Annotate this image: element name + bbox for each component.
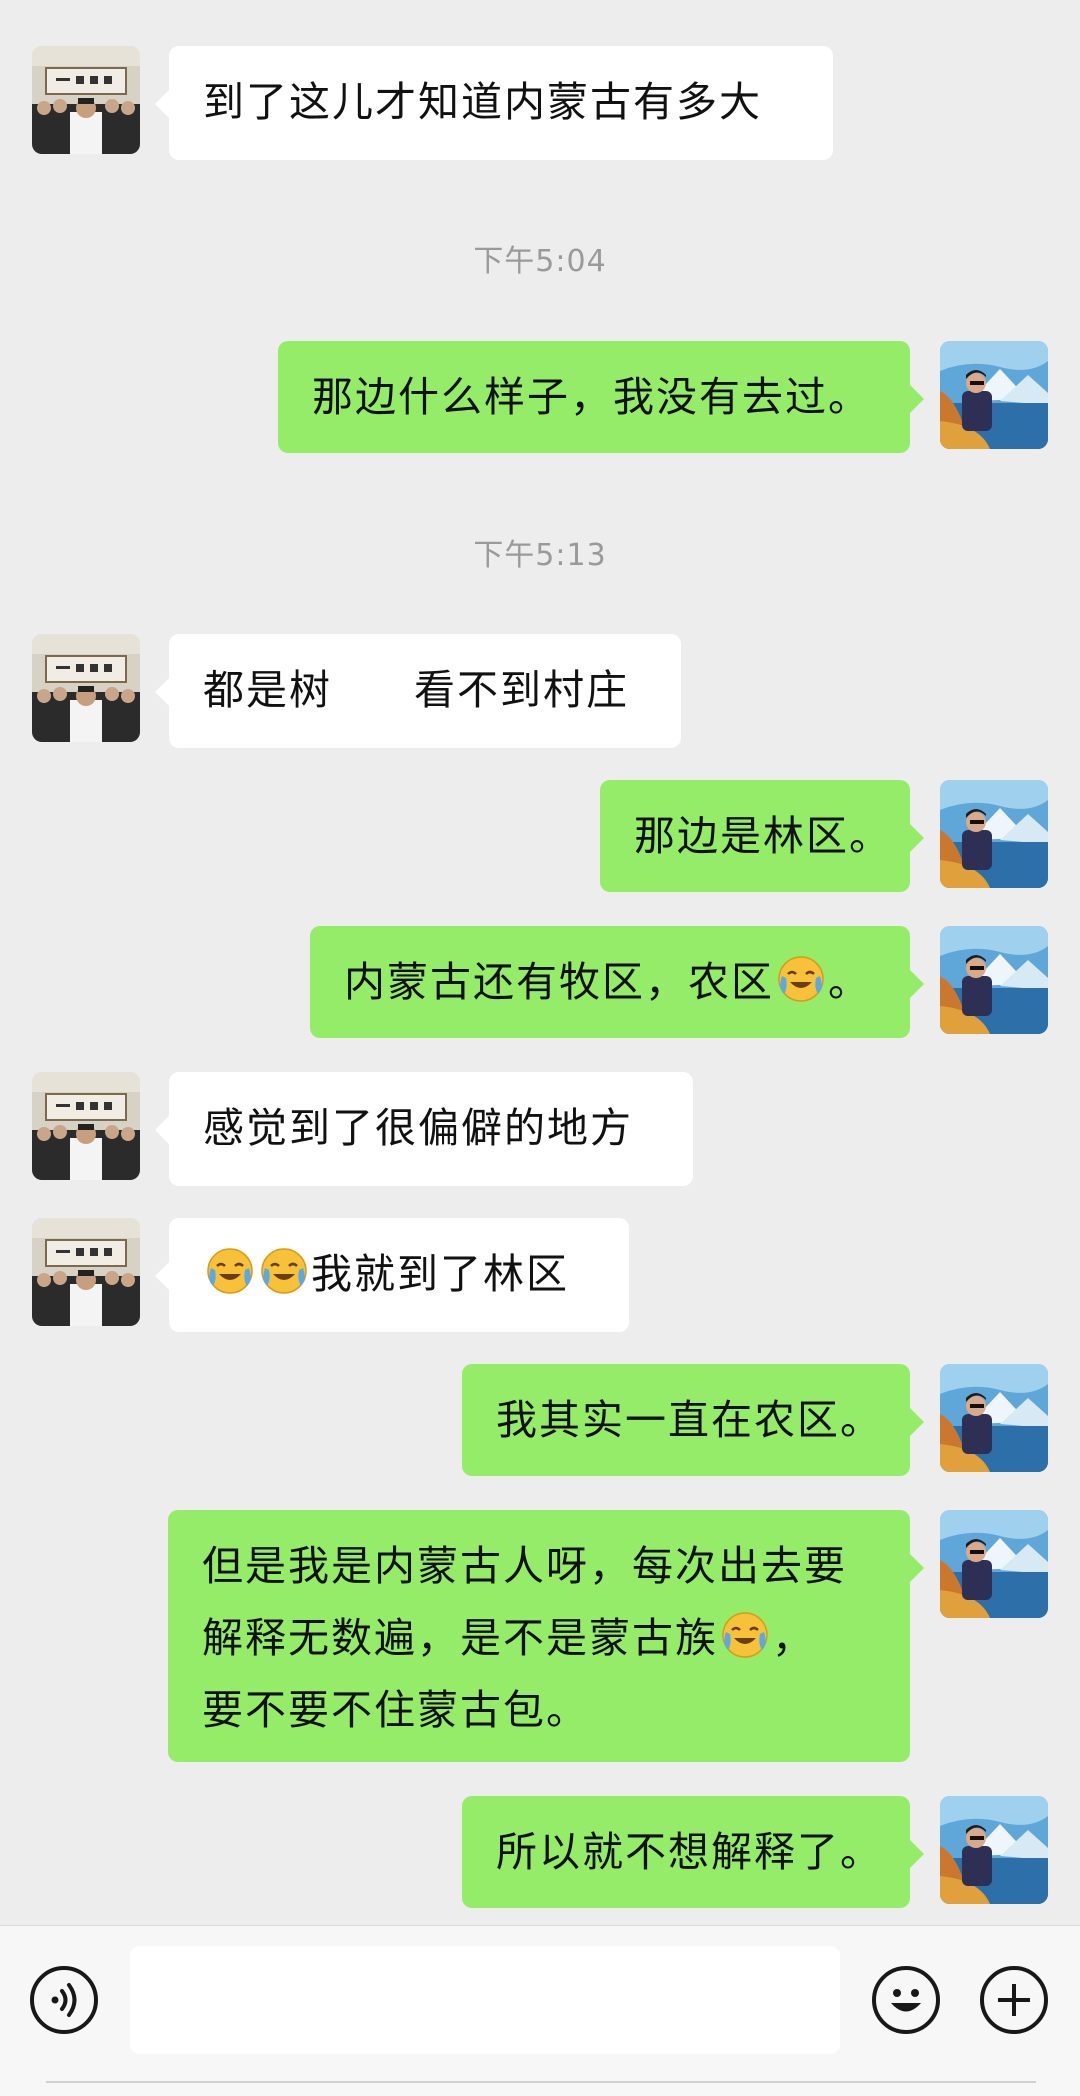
- message-bubble[interactable]: 所以就不想解释了。: [462, 1796, 924, 1908]
- self-avatar[interactable]: [940, 1510, 1048, 1618]
- contact-avatar[interactable]: [32, 46, 140, 154]
- self-avatar[interactable]: [940, 926, 1048, 1034]
- message-bubble[interactable]: 那边什么样子，我没有去过。: [278, 341, 924, 453]
- message-text-part: 内蒙古还有牧区，农区: [344, 958, 774, 1006]
- voice-icon: [51, 1983, 77, 2017]
- message-text-part: 都是树: [203, 666, 332, 714]
- avatar-image: [940, 1796, 1048, 1904]
- self-avatar[interactable]: [940, 341, 1048, 449]
- input-bar: [0, 1925, 1080, 2096]
- message-bubble[interactable]: 但是我是内蒙古人呀，每次出去要 解释无数遍，是不是蒙古族 ， 要不要不住蒙古包。: [168, 1510, 924, 1762]
- message-text-part: ，: [772, 1614, 815, 1662]
- contact-avatar[interactable]: [32, 1072, 140, 1180]
- more-button[interactable]: [980, 1966, 1048, 2034]
- face-with-tears-of-joy-icon: [720, 1610, 770, 1660]
- self-avatar[interactable]: [940, 1796, 1048, 1904]
- face-with-tears-of-joy-icon: [259, 1246, 309, 1296]
- message-text-part: 。: [828, 958, 871, 1006]
- plus-icon: [998, 1984, 1030, 2016]
- message-bubble[interactable]: 都是树 看不到村庄: [155, 634, 681, 748]
- message-bubble[interactable]: 我就到了林区: [155, 1218, 629, 1332]
- message-text-part: 解释无数遍，是不是蒙古族: [202, 1614, 718, 1662]
- message-text: 感觉到了很偏僻的地方: [203, 1104, 633, 1152]
- home-indicator: [46, 2081, 1036, 2083]
- message-bubble[interactable]: 那边是林区。: [600, 780, 924, 892]
- avatar-image: [940, 780, 1048, 888]
- avatar-image: [940, 1364, 1048, 1472]
- avatar-image: [32, 1072, 140, 1180]
- message-bubble[interactable]: 我其实一直在农区。: [462, 1364, 924, 1476]
- avatar-image: [940, 341, 1048, 449]
- message-text: 所以就不想解释了。: [496, 1828, 883, 1876]
- message-line: 解释无数遍，是不是蒙古族 ，: [202, 1602, 876, 1674]
- avatar-image: [32, 1218, 140, 1326]
- avatar-image: [32, 634, 140, 742]
- message-text: 我其实一直在农区。: [496, 1396, 883, 1444]
- self-avatar[interactable]: [940, 780, 1048, 888]
- self-avatar[interactable]: [940, 1364, 1048, 1472]
- message-line: 但是我是内蒙古人呀，每次出去要: [202, 1542, 847, 1590]
- message-input[interactable]: [130, 1946, 840, 2054]
- message-list[interactable]: 到了这儿才知道内蒙古有多大 下午5:04 那边什么样子，我没有去过。 下午5:1…: [0, 0, 1080, 1925]
- avatar-image: [940, 926, 1048, 1034]
- message-bubble[interactable]: 感觉到了很偏僻的地方: [155, 1072, 693, 1186]
- message-text: 我就到了林区: [311, 1250, 569, 1298]
- message-text: 到了这儿才知道内蒙古有多大: [203, 78, 762, 126]
- timestamp: 下午5:13: [473, 538, 607, 573]
- timestamp: 下午5:04: [473, 244, 607, 279]
- face-with-tears-of-joy-icon: [776, 954, 826, 1004]
- message-text: 那边是林区。: [634, 812, 892, 860]
- message-line: 要不要不住蒙古包。: [202, 1686, 589, 1734]
- contact-avatar[interactable]: [32, 1218, 140, 1326]
- face-with-tears-of-joy-icon: [205, 1246, 255, 1296]
- message-text: 那边什么样子，我没有去过。: [312, 373, 871, 421]
- message-text-part: 看不到村庄: [414, 666, 629, 714]
- voice-button[interactable]: [30, 1966, 98, 2034]
- avatar-image: [32, 46, 140, 154]
- contact-avatar[interactable]: [32, 634, 140, 742]
- avatar-image: [940, 1510, 1048, 1618]
- message-bubble[interactable]: 到了这儿才知道内蒙古有多大: [155, 46, 833, 160]
- emoji-button[interactable]: [872, 1966, 940, 2034]
- smiley-icon: [891, 1989, 921, 2012]
- message-bubble[interactable]: 内蒙古还有牧区，农区 。: [310, 926, 924, 1038]
